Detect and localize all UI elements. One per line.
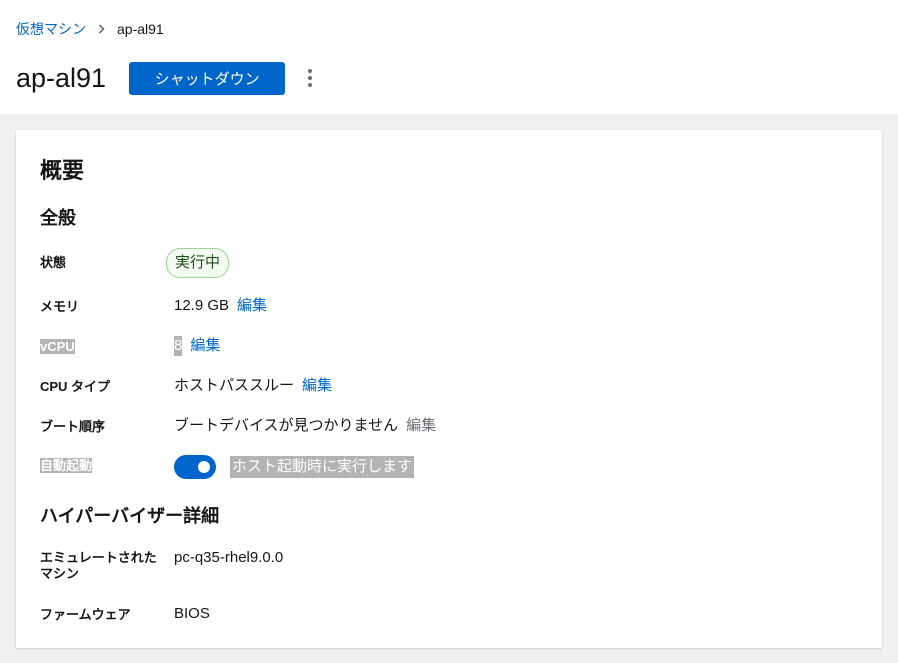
card-title: 概要 <box>40 158 85 183</box>
status-label: 状態 <box>40 255 67 270</box>
vcpu-label-text: vCPU <box>40 339 75 354</box>
cpu-type-text: ホストパススルー <box>174 377 295 394</box>
title-row: ap-al91 シャットダウン <box>16 60 317 96</box>
vcpu-label: vCPU <box>40 339 175 355</box>
row-autostart: 自動起動 ホスト起動時に実行します <box>40 455 840 483</box>
toggle-knob <box>198 461 210 473</box>
row-status: 状態 実行中 <box>40 248 840 278</box>
memory-value: 12.9 GB 編集 <box>174 296 267 316</box>
section-title-hypervisor: ハイパーバイザー詳細 <box>40 506 220 526</box>
cpu-type-value: ホストパススルー 編集 <box>174 376 332 396</box>
status-value: 実行中 <box>166 248 230 278</box>
vcpu-value: 8 編集 <box>174 336 220 356</box>
row-vcpu: vCPU 8 編集 <box>40 336 840 364</box>
overview-card: 概要 全般 状態 実行中 メモリ 12.9 GB 編集 vCPU 8 編集 CP… <box>16 130 882 648</box>
shutdown-button[interactable]: シャットダウン <box>129 61 286 95</box>
firmware-label: ファームウェア <box>40 607 131 622</box>
emulated-machine-value: pc-q35-rhel9.0.0 <box>174 549 284 566</box>
vcpu-edit-link[interactable]: 編集 <box>190 336 220 356</box>
kebab-menu-icon[interactable] <box>303 66 317 90</box>
row-memory: メモリ 12.9 GB 編集 <box>40 296 840 324</box>
row-emulated-machine: エミュレートされた マシン pc-q35-rhel9.0.0 <box>40 548 840 588</box>
cpu-type-label: CPU タイプ <box>40 379 111 394</box>
boot-order-label: ブート順序 <box>40 419 106 434</box>
autostart-toggle[interactable] <box>174 455 216 479</box>
breadcrumb-link-vms[interactable]: 仮想マシン <box>16 20 86 38</box>
boot-order-text: ブートデバイスが見つかりません <box>174 417 399 434</box>
memory-edit-link[interactable]: 編集 <box>237 296 267 316</box>
autostart-value: ホスト起動時に実行します <box>174 455 415 479</box>
firmware-value: BIOS <box>174 605 210 622</box>
page-title: ap-al91 <box>16 63 107 93</box>
row-boot-order: ブート順序 ブートデバイスが見つかりません 編集 <box>40 416 840 444</box>
row-firmware: ファームウェア BIOS <box>40 604 840 632</box>
emulated-machine-label: エミュレートされた マシン <box>40 550 175 582</box>
autostart-label: 自動起動 <box>40 458 175 474</box>
section-title-general: 全般 <box>40 208 76 228</box>
vcpu-text: 8 <box>174 336 183 356</box>
emulated-machine-label-line2: マシン <box>40 566 80 581</box>
breadcrumb: 仮想マシン ap-al91 <box>16 20 164 38</box>
emulated-machine-label-line1: エミュレートされた <box>40 550 157 565</box>
chevron-right-icon <box>98 24 105 34</box>
boot-order-edit-disabled: 編集 <box>406 417 437 434</box>
status-badge: 実行中 <box>166 248 230 278</box>
memory-text: 12.9 GB <box>174 297 230 314</box>
boot-order-value: ブートデバイスが見つかりません 編集 <box>174 416 436 436</box>
cpu-type-edit-link[interactable]: 編集 <box>302 376 332 396</box>
row-cpu-type: CPU タイプ ホストパススルー 編集 <box>40 376 840 404</box>
autostart-label-text: 自動起動 <box>40 458 93 473</box>
autostart-text: ホスト起動時に実行します <box>230 456 415 478</box>
page-header: 仮想マシン ap-al91 ap-al91 シャットダウン <box>0 0 898 114</box>
breadcrumb-current: ap-al91 <box>117 21 164 37</box>
memory-label: メモリ <box>40 299 80 314</box>
